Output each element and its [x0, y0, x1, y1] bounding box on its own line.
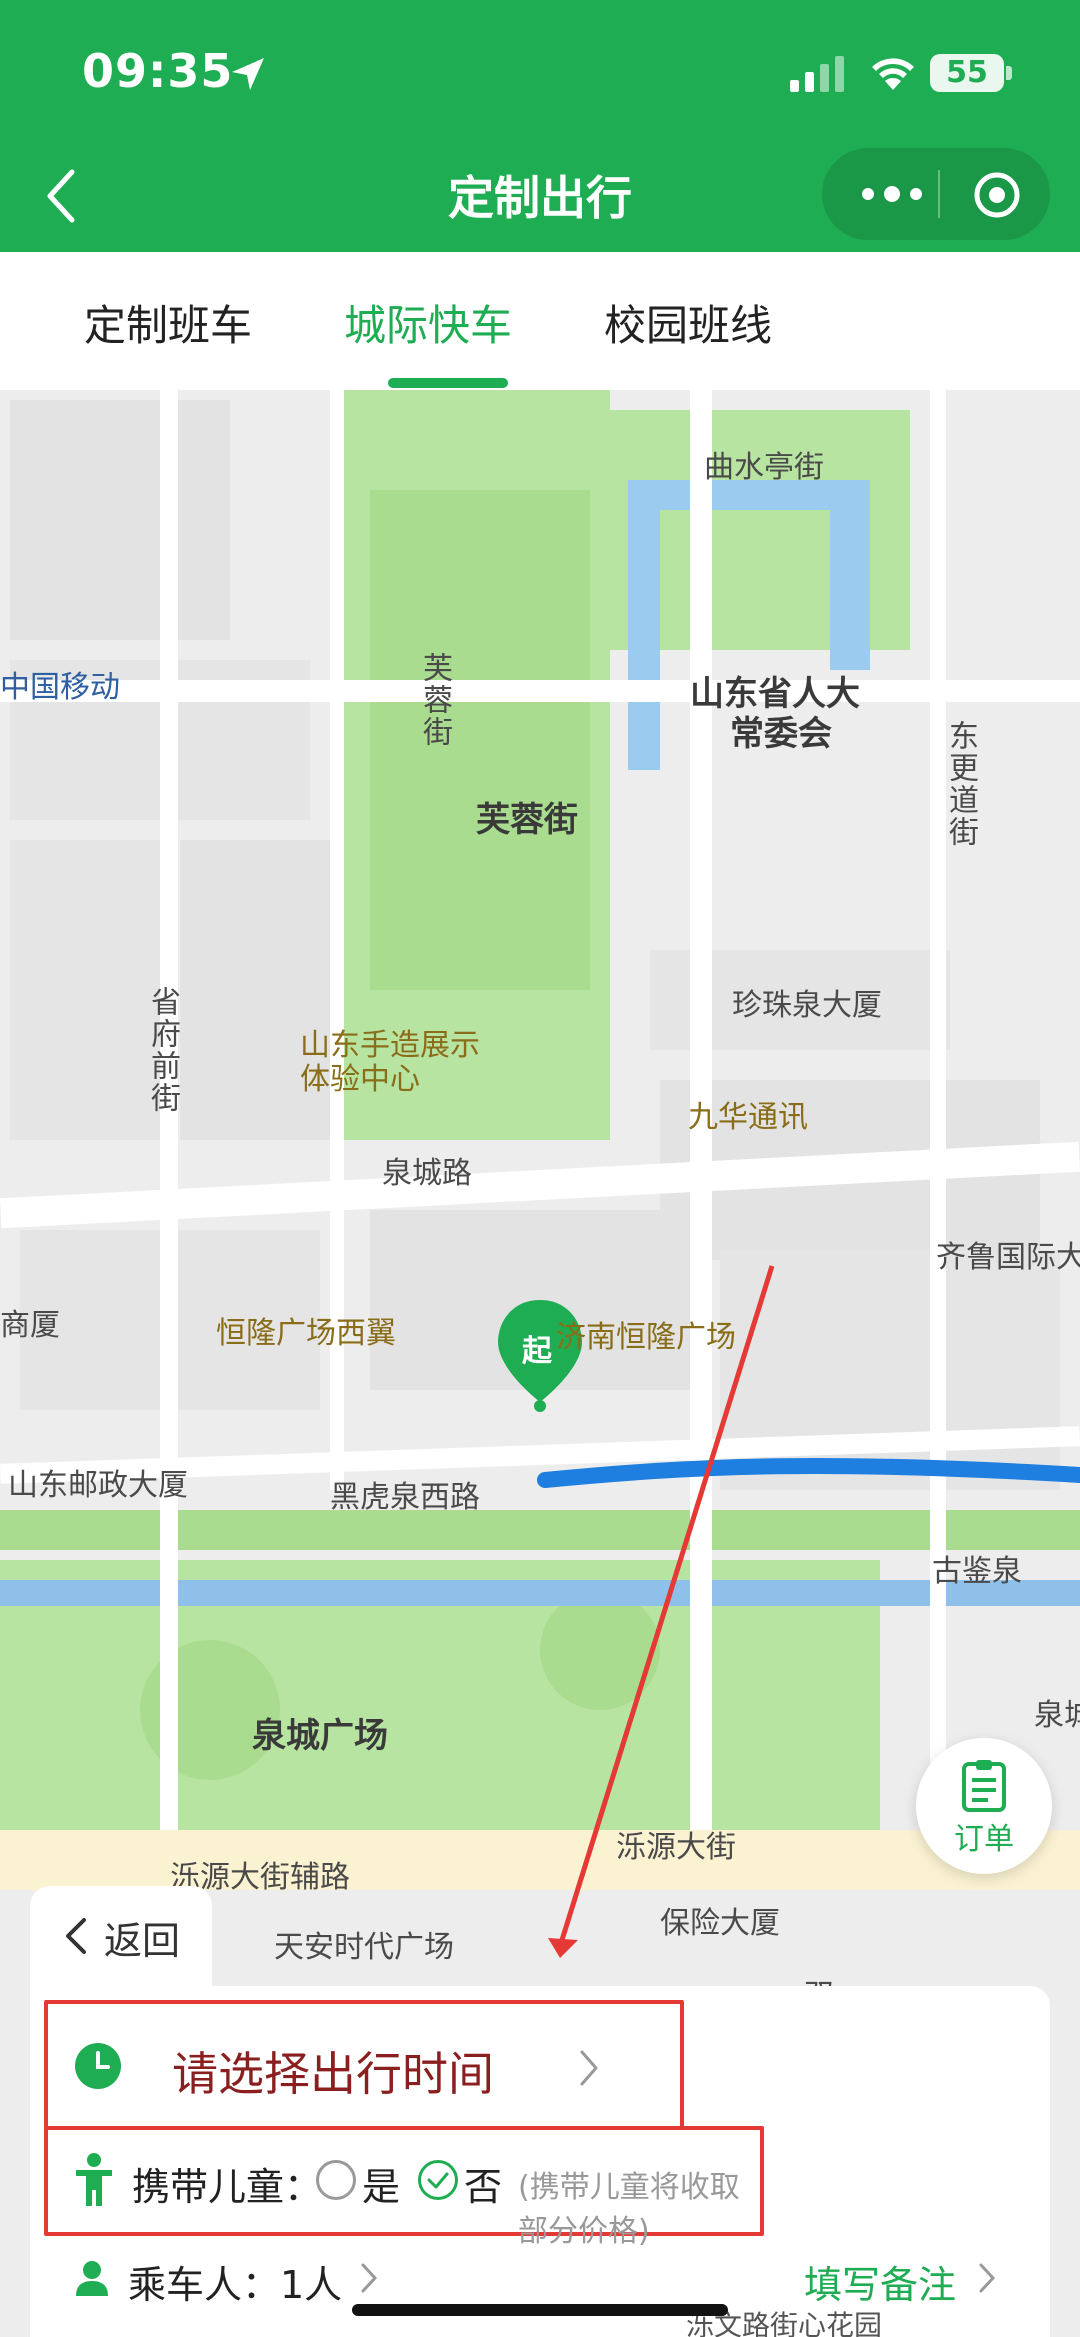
check-icon — [427, 2172, 449, 2189]
location-arrow-icon — [232, 58, 264, 90]
passenger-selector[interactable]: 乘车人：1人 — [128, 2254, 342, 2309]
map-label-shangxia: 商厦 — [0, 1308, 60, 1343]
map-label-quancheng-square: 泉城广场 — [252, 1716, 388, 1756]
children-price-note: (携带儿童将收取部分价格) — [518, 2170, 740, 2249]
booking-sheet: 请选择出行时间 携带儿童： 是 否 (携带儿童将收取部分价格) 乘车人：1人 填… — [30, 1986, 1050, 2337]
map-label-furong-vertical: 芙蓉街 — [417, 652, 452, 748]
map-label-baoxian: 保险大厦 — [660, 1906, 780, 1941]
map-label-jiuhua: 九华通讯 — [688, 1100, 808, 1135]
tab-intercity-express[interactable]: 城际快车 — [344, 292, 512, 353]
map-label-dongeng: 东更道街 — [943, 720, 978, 848]
map-label-changwei: 常委会 — [730, 714, 832, 754]
order-button-label: 订单 — [954, 1822, 1014, 1857]
chevron-left-icon — [66, 1918, 86, 1954]
map-label-qushui: 曲水亭街 — [704, 450, 824, 485]
map-label-shengfu: 省府前街 — [145, 986, 180, 1114]
children-no-label[interactable]: 否 — [464, 2156, 502, 2211]
battery-cap — [1006, 66, 1012, 80]
map-label-henglong: 济南恒隆广场 — [556, 1320, 736, 1355]
child-icon — [76, 2153, 112, 2206]
service-tabs: 定制班车 城际快车 校园班线 — [0, 252, 1080, 390]
order-list-icon — [962, 1760, 1006, 1812]
person-icon — [76, 2261, 108, 2296]
map-label-henglong-west: 恒隆广场西翼 — [216, 1316, 396, 1351]
clock-icon — [75, 2043, 121, 2089]
battery-icon: 55 — [930, 54, 1004, 92]
more-dots-icon[interactable] — [858, 176, 926, 212]
map-label-shouzao-2: 体验中心 — [300, 1062, 420, 1097]
map-label-mobile: 中国移动 — [0, 670, 120, 705]
chevron-right-icon — [979, 2263, 996, 2293]
map-label-quancheng-road: 泉城路 — [382, 1156, 472, 1191]
order-button[interactable]: 订单 — [916, 1738, 1052, 1874]
miniprogram-capsule — [822, 148, 1050, 240]
tab-campus-line[interactable]: 校园班线 — [604, 292, 772, 353]
travel-time-selector[interactable]: 请选择出行时间 — [44, 2000, 684, 2130]
wifi-icon — [872, 58, 914, 90]
map-label-furong: 芙蓉街 — [476, 800, 578, 840]
tab-active-indicator — [388, 378, 508, 388]
map-label-qilu: 齐鲁国际大 — [936, 1240, 1080, 1275]
children-option-row: 携带儿童： 是 否 (携带儿童将收取部分价格) — [44, 2126, 764, 2249]
map-label-gujian: 古鉴泉 — [932, 1554, 1022, 1589]
travel-time-placeholder: 请选择出行时间 — [172, 2047, 494, 2101]
chevron-right-icon — [580, 2050, 598, 2086]
map-label-heihu: 黑虎泉西路 — [330, 1480, 480, 1515]
children-yes-radio[interactable] — [316, 2160, 356, 2200]
map-label-quancheng-right: 泉城 — [1034, 1698, 1080, 1733]
map-label-zhenzhu: 珍珠泉大厦 — [732, 988, 882, 1023]
back-button[interactable]: 返回 — [30, 1886, 212, 1986]
map-label-youzheng: 山东邮政大厦 — [8, 1468, 188, 1503]
close-target-icon[interactable] — [972, 170, 1022, 220]
remark-link[interactable]: 填写备注 — [804, 2254, 956, 2309]
children-yes-label[interactable]: 是 — [362, 2156, 400, 2211]
tab-custom-shuttle[interactable]: 定制班车 — [84, 292, 252, 353]
map-label-luoyuan: 泺源大街 — [616, 1830, 736, 1865]
children-label: 携带儿童： — [132, 2165, 323, 2209]
status-time: 09:35 — [82, 44, 234, 98]
chevron-right-icon — [361, 2263, 378, 2293]
back-label: 返回 — [104, 1919, 181, 1963]
status-bar: 09:35 55 — [0, 0, 1080, 140]
map-label-tianan: 天安时代广场 — [274, 1930, 454, 1965]
battery-level: 55 — [946, 55, 988, 90]
nav-bar: 定制出行 — [0, 140, 1080, 252]
home-indicator[interactable] — [352, 2304, 728, 2316]
capsule-divider — [938, 170, 940, 218]
start-marker-label: 起 — [522, 1334, 552, 1369]
top-bar: 09:35 55 定制出行 — [0, 0, 1080, 252]
children-no-radio[interactable] — [418, 2160, 458, 2200]
signal-icon — [790, 56, 844, 92]
